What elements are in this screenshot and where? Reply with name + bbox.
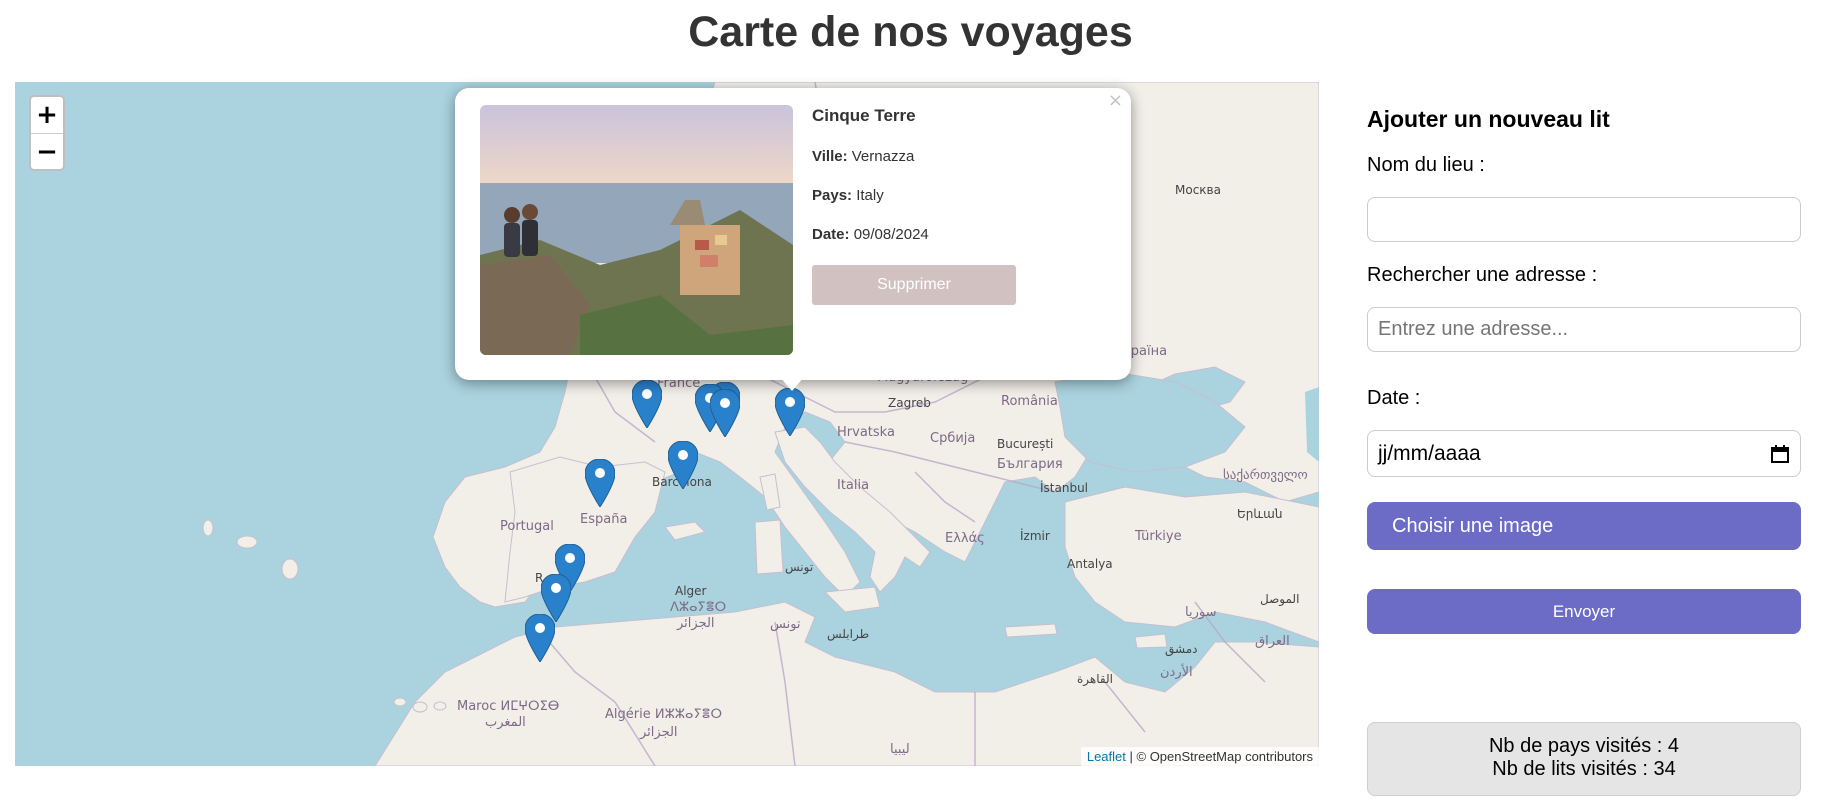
marker-popup: × Cinque Terre Ville: Vernazza Pays: Ita… [455, 88, 1131, 380]
submit-button[interactable]: Envoyer [1367, 589, 1801, 634]
map-label-alger-tif: ⴷⵣⴰⵢⴻⵔ [670, 600, 727, 615]
map-label-tarabulus: طرابلس [827, 627, 870, 641]
map-attribution: Leaflet | © OpenStreetMap contributors [1080, 747, 1319, 766]
zoom-in-button[interactable]: + [31, 97, 63, 133]
zoom-control: + − [29, 95, 65, 171]
map-label-moskva: Москва [1175, 183, 1221, 197]
stats-panel: Nb de pays visités : 4 Nb de lits visité… [1367, 722, 1801, 796]
map-label-bucuresti: București [997, 437, 1054, 451]
map-label-srbija: Србија [930, 431, 976, 446]
attribution-separator: | [1125, 749, 1137, 764]
delete-button[interactable]: Supprimer [812, 265, 1016, 305]
map-label-maroc-ar: المغرب [485, 715, 526, 730]
popup-photo [480, 105, 793, 355]
map-label-zagreb: Zagreb [888, 396, 931, 410]
name-label: Nom du lieu : [1367, 154, 1485, 176]
map-label-alger-ar: الجزائر [677, 616, 715, 631]
map-label-ellas: Ελλάς [945, 531, 985, 546]
map-label-suriya: سوريا [1185, 605, 1217, 620]
map-label-hrvatska: Hrvatska [837, 425, 895, 440]
popup-pays-label: Pays: [812, 187, 853, 204]
map-label-mawsil: الموصل [1260, 592, 1300, 606]
map-label-tunis-ar: تونس [785, 560, 814, 574]
map-label-algerie-ar: الجزائر [640, 725, 678, 740]
popup-tip [780, 377, 804, 391]
popup-ville-value: Vernazza [851, 148, 915, 165]
map-label-dimashq: دمشق [1165, 642, 1198, 656]
map-label-algerie: Algérie ⵍⵣⵣⴰⵢⴻⵔ [605, 707, 723, 722]
map-label-espana: España [580, 512, 628, 527]
popup-date-label: Date: [812, 226, 850, 243]
date-input[interactable]: jj/mm/aaaa [1367, 430, 1801, 477]
map-label-iraq: العراق [1255, 634, 1290, 649]
map-label-tunis: تونس [770, 617, 801, 632]
date-input-value: jj/mm/aaaa [1378, 441, 1481, 465]
popup-ville-row: Ville: Vernazza [812, 148, 1112, 165]
calendar-icon[interactable] [1770, 444, 1790, 464]
date-label: Date : [1367, 387, 1421, 409]
zoom-out-button[interactable]: − [31, 133, 63, 169]
form-title: Ajouter un nouveau lit [1367, 106, 1610, 132]
map-marker-selected[interactable] [775, 388, 805, 436]
map-label-urdun: الأردن [1160, 665, 1193, 680]
map-label-romania: România [1001, 394, 1058, 409]
popup-ville-label: Ville: [812, 148, 848, 165]
map-marker[interactable] [710, 389, 740, 437]
countries-visited: Nb de pays visités : 4 [1488, 735, 1680, 757]
popup-date-row: Date: 09/08/2024 [812, 226, 1112, 243]
map-label-italia: Italia [837, 478, 870, 493]
address-label: Rechercher une adresse : [1367, 264, 1598, 286]
popup-pays-value: Italy [856, 187, 884, 204]
popup-title: Cinque Terre [812, 106, 916, 125]
map-label-bulgaria: България [997, 457, 1063, 472]
map-label-maroc: Maroc ⵍⵎⵖⵔⵉⴱ [457, 699, 560, 714]
beds-visited: Nb de lits visités : 34 [1492, 758, 1676, 780]
map-label-izmir: İzmir [1020, 529, 1050, 543]
map-label-turkiye: Türkiye [1135, 529, 1182, 544]
leaflet-link[interactable]: Leaflet [1087, 749, 1126, 764]
map-label-yerevan: Երևան [1237, 507, 1283, 521]
map-label-antalya: Antalya [1067, 557, 1113, 571]
address-search-input[interactable] [1367, 307, 1801, 352]
map-label-sakartvelo: საქართველო [1223, 468, 1308, 483]
map-marker[interactable] [632, 380, 662, 428]
osm-attribution: © OpenStreetMap contributors [1136, 749, 1314, 764]
popup-pays-row: Pays: Italy [812, 187, 1112, 204]
page-title: Carte de nos voyages [688, 8, 1133, 56]
map-marker[interactable] [585, 459, 615, 507]
name-input[interactable] [1367, 197, 1801, 242]
map-label-portugal: Portugal [500, 519, 554, 534]
map-marker[interactable] [668, 441, 698, 489]
map-label-qahira: القاهرة [1077, 672, 1113, 686]
add-bed-form: Ajouter un nouveau lit Nom du lieu : Rec… [1367, 100, 1801, 634]
map-label-istanbul: İstanbul [1040, 481, 1089, 495]
popup-info: Cinque Terre Ville: Vernazza Pays: Italy… [812, 106, 1112, 305]
popup-date-value: 09/08/2024 [853, 226, 929, 243]
map-label-alger: Alger [675, 584, 707, 598]
map-label-libya: ليبيا [890, 742, 910, 757]
choose-image-button[interactable]: Choisir une image [1367, 502, 1801, 550]
map-marker[interactable] [525, 614, 555, 662]
